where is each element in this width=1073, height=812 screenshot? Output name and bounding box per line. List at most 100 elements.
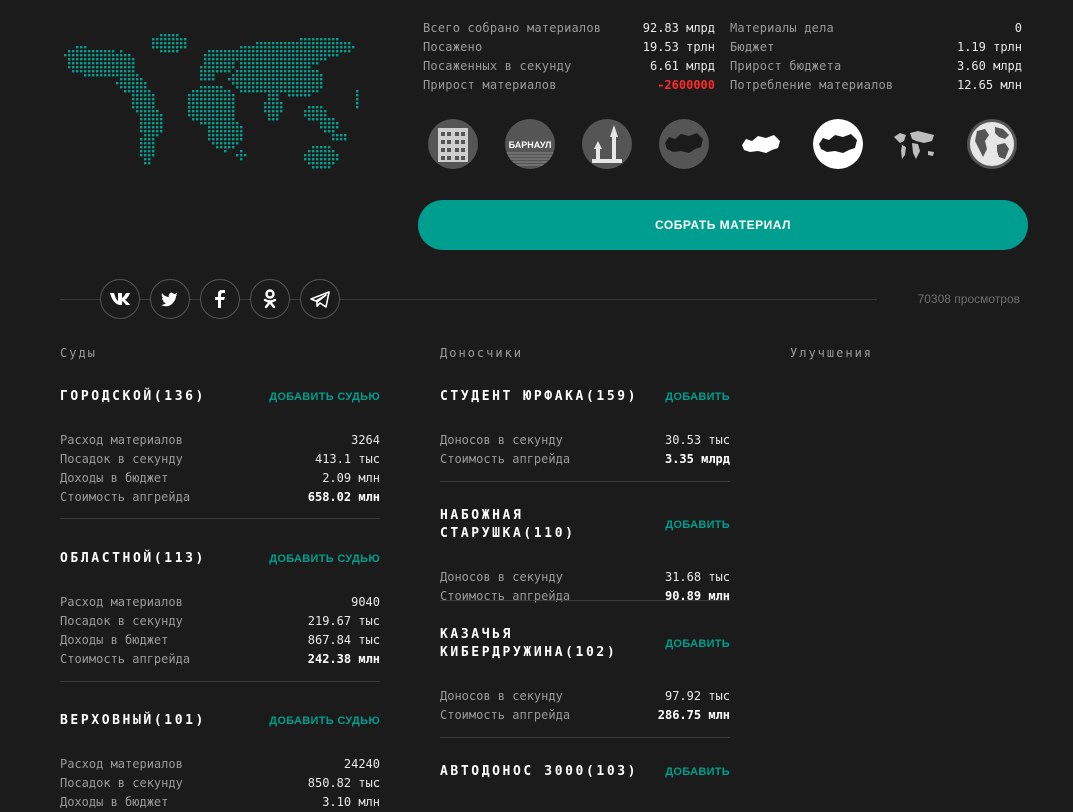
court-name: ОБЛАСТНОЙ(113) — [60, 551, 206, 566]
globe-icon — [967, 119, 1017, 169]
informer-stat-row: Стоимость апгрейда 90.89 млн — [440, 589, 730, 603]
court-name: ВЕРХОВНЫЙ(101) — [60, 713, 206, 728]
court-card: ГОРОДСКОЙ(136) ДОБАВИТЬ СУДЬЮ Расход мат… — [60, 388, 380, 507]
stat-row: Прирост бюджета 3.60 млрд — [730, 57, 1022, 76]
russia-map-dark-icon — [659, 119, 709, 169]
card-divider — [60, 681, 380, 682]
add-informer-button[interactable]: ДОБАВИТЬ — [665, 638, 730, 650]
informer-stat-row: Стоимость апгрейда 286.75 млн — [440, 708, 730, 722]
informer-card: КАЗАЧЬЯ КИБЕРДРУЖИНА(102) ДОБАВИТЬ Донос… — [440, 626, 730, 725]
share-vk-button[interactable] — [100, 279, 140, 319]
share-telegram-button[interactable] — [300, 279, 340, 319]
court-card: ВЕРХОВНЫЙ(101) ДОБАВИТЬ СУДЬЮ Расход мат… — [60, 712, 380, 812]
barnaul-icon: БАРНАУЛ — [505, 119, 555, 169]
court-stat-row: Посадок в секунду 219.67 тыс — [60, 614, 380, 628]
court-stat-row: Расход материалов 9040 — [60, 595, 380, 609]
add-informer-button[interactable]: ДОБАВИТЬ — [665, 391, 730, 403]
stat-value: 1.19 трлн — [956, 40, 1022, 54]
stat-label: Материалы дела — [730, 21, 834, 35]
stat-value: 6.61 млрд — [649, 59, 715, 73]
stat-row: Материалы дела 0 — [730, 19, 1022, 38]
stat-row: Посаженных в секунду 6.61 млрд — [423, 57, 715, 76]
stat-label: Посаженных в секунду — [423, 59, 572, 73]
add-judge-button[interactable]: ДОБАВИТЬ СУДЬЮ — [269, 391, 380, 403]
share-odnoklassniki-button[interactable] — [250, 279, 290, 319]
level-globe[interactable] — [967, 119, 1017, 169]
level-russia-white[interactable] — [813, 119, 863, 169]
share-twitter-button[interactable] — [150, 279, 190, 319]
level-russia-outline[interactable] — [736, 119, 786, 169]
moscow-kremlin-icon — [582, 119, 632, 169]
facebook-icon — [215, 290, 225, 308]
telegram-icon — [310, 290, 330, 308]
stat-label: Прирост материалов — [423, 78, 557, 92]
level-barnaul[interactable]: БАРНАУЛ — [505, 119, 555, 169]
level-selector: БАРНАУЛ — [428, 119, 1020, 171]
section-title-courts: Суды — [60, 346, 97, 360]
court-name: ГОРОДСКОЙ(136) — [60, 389, 206, 404]
card-divider — [440, 481, 730, 482]
stat-label: Потребление материалов — [730, 78, 894, 92]
collect-material-button[interactable]: СОБРАТЬ МАТЕРИАЛ — [418, 200, 1028, 250]
stat-row: Прирост материалов -2600000 — [423, 76, 715, 95]
views-count: 70308 просмотров — [917, 292, 1020, 306]
court-stat-row: Доходы в бюджет 3.10 млн — [60, 795, 380, 809]
level-russia-dark[interactable] — [659, 119, 709, 169]
odnoklassniki-icon — [263, 289, 277, 309]
building-icon — [428, 119, 478, 169]
stat-value: 19.53 трлн — [642, 40, 715, 54]
court-stat-row: Расход материалов 3264 — [60, 433, 380, 447]
level-building[interactable] — [428, 119, 478, 169]
informer-name: НАБОЖНАЯ СТАРУШКА(110) — [440, 508, 576, 541]
stat-value: 12.65 млн — [956, 78, 1022, 92]
section-title-informers: Доносчики — [440, 346, 524, 360]
court-stat-row: Посадок в секунду 413.1 тыс — [60, 452, 380, 466]
level-world[interactable] — [890, 119, 940, 169]
court-stat-row: Посадок в секунду 850.82 тыс — [60, 776, 380, 790]
add-informer-button[interactable]: ДОБАВИТЬ — [665, 766, 730, 778]
world-map-icon — [890, 119, 940, 169]
court-stat-row: Расход материалов 24240 — [60, 757, 380, 771]
informer-stat-row: Доносов в секунду 30.53 тыс — [440, 433, 730, 447]
card-divider — [440, 600, 730, 601]
barnaul-label: БАРНАУЛ — [509, 140, 552, 150]
informer-stat-row: Доносов в секунду 31.68 тыс — [440, 570, 730, 584]
stat-label: Прирост бюджета — [730, 59, 842, 73]
stat-row: Посажено 19.53 трлн — [423, 38, 715, 57]
russia-map-white-icon — [813, 119, 863, 169]
stat-value: 92.83 млрд — [642, 21, 715, 35]
stat-row: Потребление материалов 12.65 млн — [730, 76, 1022, 95]
card-divider — [60, 518, 380, 519]
informer-name: КАЗАЧЬЯ КИБЕРДРУЖИНА(102) — [440, 627, 618, 660]
add-judge-button[interactable]: ДОБАВИТЬ СУДЬЮ — [269, 553, 380, 565]
stat-value: -2600000 — [657, 78, 715, 92]
stat-label: Всего собрано материалов — [423, 21, 602, 35]
share-facebook-button[interactable] — [200, 279, 240, 319]
world-map-dotted-icon — [64, 34, 359, 169]
informer-card: СТУДЕНТ ЮРФАКА(159) ДОБАВИТЬ Доносов в с… — [440, 388, 730, 469]
court-card: ОБЛАСТНОЙ(113) ДОБАВИТЬ СУДЬЮ Расход мат… — [60, 550, 380, 669]
add-judge-button[interactable]: ДОБАВИТЬ СУДЬЮ — [269, 715, 380, 727]
stat-row: Всего собрано материалов 92.83 млрд — [423, 19, 715, 38]
level-moscow[interactable] — [582, 119, 632, 169]
stat-label: Посажено — [423, 40, 483, 54]
court-stat-row: Доходы в бюджет 2.09 млн — [60, 471, 380, 485]
court-stat-row: Доходы в бюджет 867.84 тыс — [60, 633, 380, 647]
stats-left: Всего собрано материалов 92.83 млрд Посаже… — [423, 19, 715, 95]
card-divider — [440, 737, 730, 738]
vk-icon — [110, 293, 130, 305]
stat-label: Бюджет — [730, 40, 775, 54]
informer-name: СТУДЕНТ ЮРФАКА(159) — [440, 389, 639, 404]
informer-stat-row: Стоимость апгрейда 3.35 млрд — [440, 452, 730, 466]
stat-value: 0 — [1014, 21, 1022, 35]
informer-name: АВТОДОНОС 3000(103) — [440, 764, 639, 779]
informer-card: АВТОДОНОС 3000(103) ДОБАВИТЬ — [440, 763, 730, 781]
court-stat-row: Стоимость апгрейда 242.38 млн — [60, 652, 380, 666]
section-title-upgrades: Улучшения — [790, 346, 874, 360]
russia-map-outline-icon — [736, 119, 786, 169]
twitter-icon — [161, 292, 178, 306]
stats-right: Материалы дела 0 Бюджет 1.19 трлн Прирост бю… — [730, 19, 1022, 95]
add-informer-button[interactable]: ДОБАВИТЬ — [665, 519, 730, 531]
informer-card: НАБОЖНАЯ СТАРУШКА(110) ДОБАВИТЬ Доносов … — [440, 507, 730, 606]
informer-stat-row: Доносов в секунду 97.92 тыс — [440, 689, 730, 703]
